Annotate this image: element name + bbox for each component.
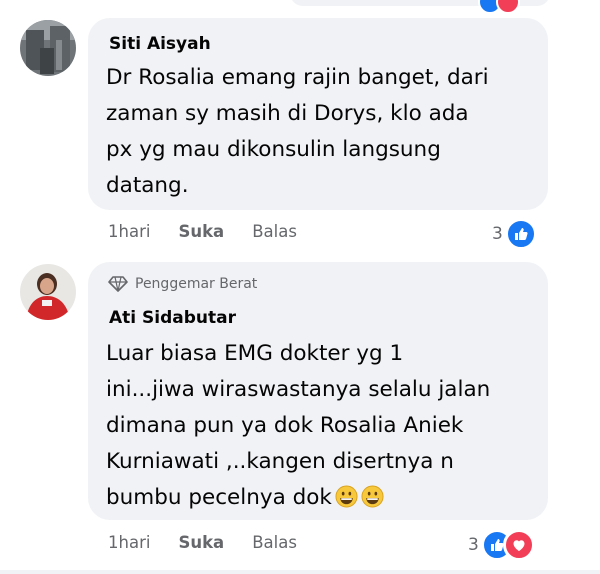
avatar-siti-aisyah[interactable] bbox=[20, 20, 76, 76]
comment-thread: Siti Aisyah Dr Rosalia emang rajin bange… bbox=[0, 0, 600, 574]
reaction-summary[interactable]: 3 bbox=[468, 529, 535, 561]
comment-text-line: Dr Rosalia emang rajin banget, dari bbox=[106, 65, 489, 90]
grinning-face-emoji bbox=[361, 485, 384, 508]
top-fan-badge[interactable]: Penggemar Berat bbox=[108, 276, 257, 292]
reaction-count: 3 bbox=[492, 224, 503, 244]
comment-actions: 1hari Suka Balas bbox=[108, 222, 297, 241]
comment-text-line: datang. bbox=[106, 173, 189, 198]
comment-author[interactable]: Ati Sidabutar bbox=[109, 308, 236, 328]
divider bbox=[0, 570, 600, 574]
comment-text-line-text: bumbu pecelnya dok bbox=[106, 485, 332, 510]
reaction-summary[interactable]: 3 bbox=[492, 218, 537, 250]
grinning-face-emoji bbox=[335, 485, 358, 508]
reply-button[interactable]: Balas bbox=[252, 533, 297, 552]
comment-text-line: dimana pun ya dok Rosalia Aniek bbox=[106, 413, 464, 438]
comment-text-line: ini...jiwa wiraswastanya selalu jalan bbox=[106, 377, 491, 402]
comment-text: Luar biasa EMG dokter yg 1 ini...jiwa wi… bbox=[106, 336, 490, 516]
avatar-ati-sidabutar[interactable] bbox=[20, 264, 76, 320]
like-button[interactable]: Suka bbox=[178, 222, 224, 241]
comment-text: Dr Rosalia emang rajin banget, dari zama… bbox=[106, 60, 489, 204]
comment-timestamp[interactable]: 1hari bbox=[108, 222, 150, 241]
comment-text-line: px yg mau dikonsulin langsung bbox=[106, 137, 441, 162]
comment-text-line: Luar biasa EMG dokter yg 1 bbox=[106, 341, 404, 366]
comment-text-line: Kurniawati ,..kangen disertnya n bbox=[106, 449, 454, 474]
comment-text-line: zaman sy masih di Dorys, klo ada bbox=[106, 101, 469, 126]
diamond-icon bbox=[108, 276, 128, 292]
badge-label: Penggemar Berat bbox=[135, 276, 258, 292]
comment-actions: 1hari Suka Balas bbox=[108, 533, 297, 552]
comment-timestamp[interactable]: 1hari bbox=[108, 533, 150, 552]
comment-author[interactable]: Siti Aisyah bbox=[109, 34, 211, 54]
love-icon bbox=[496, 0, 520, 14]
like-button[interactable]: Suka bbox=[178, 533, 224, 552]
reply-button[interactable]: Balas bbox=[252, 222, 297, 241]
comment-text-line: bumbu pecelnya dok bbox=[106, 480, 490, 516]
love-icon bbox=[502, 529, 535, 561]
reaction-count: 3 bbox=[468, 535, 479, 555]
like-icon bbox=[504, 218, 537, 250]
